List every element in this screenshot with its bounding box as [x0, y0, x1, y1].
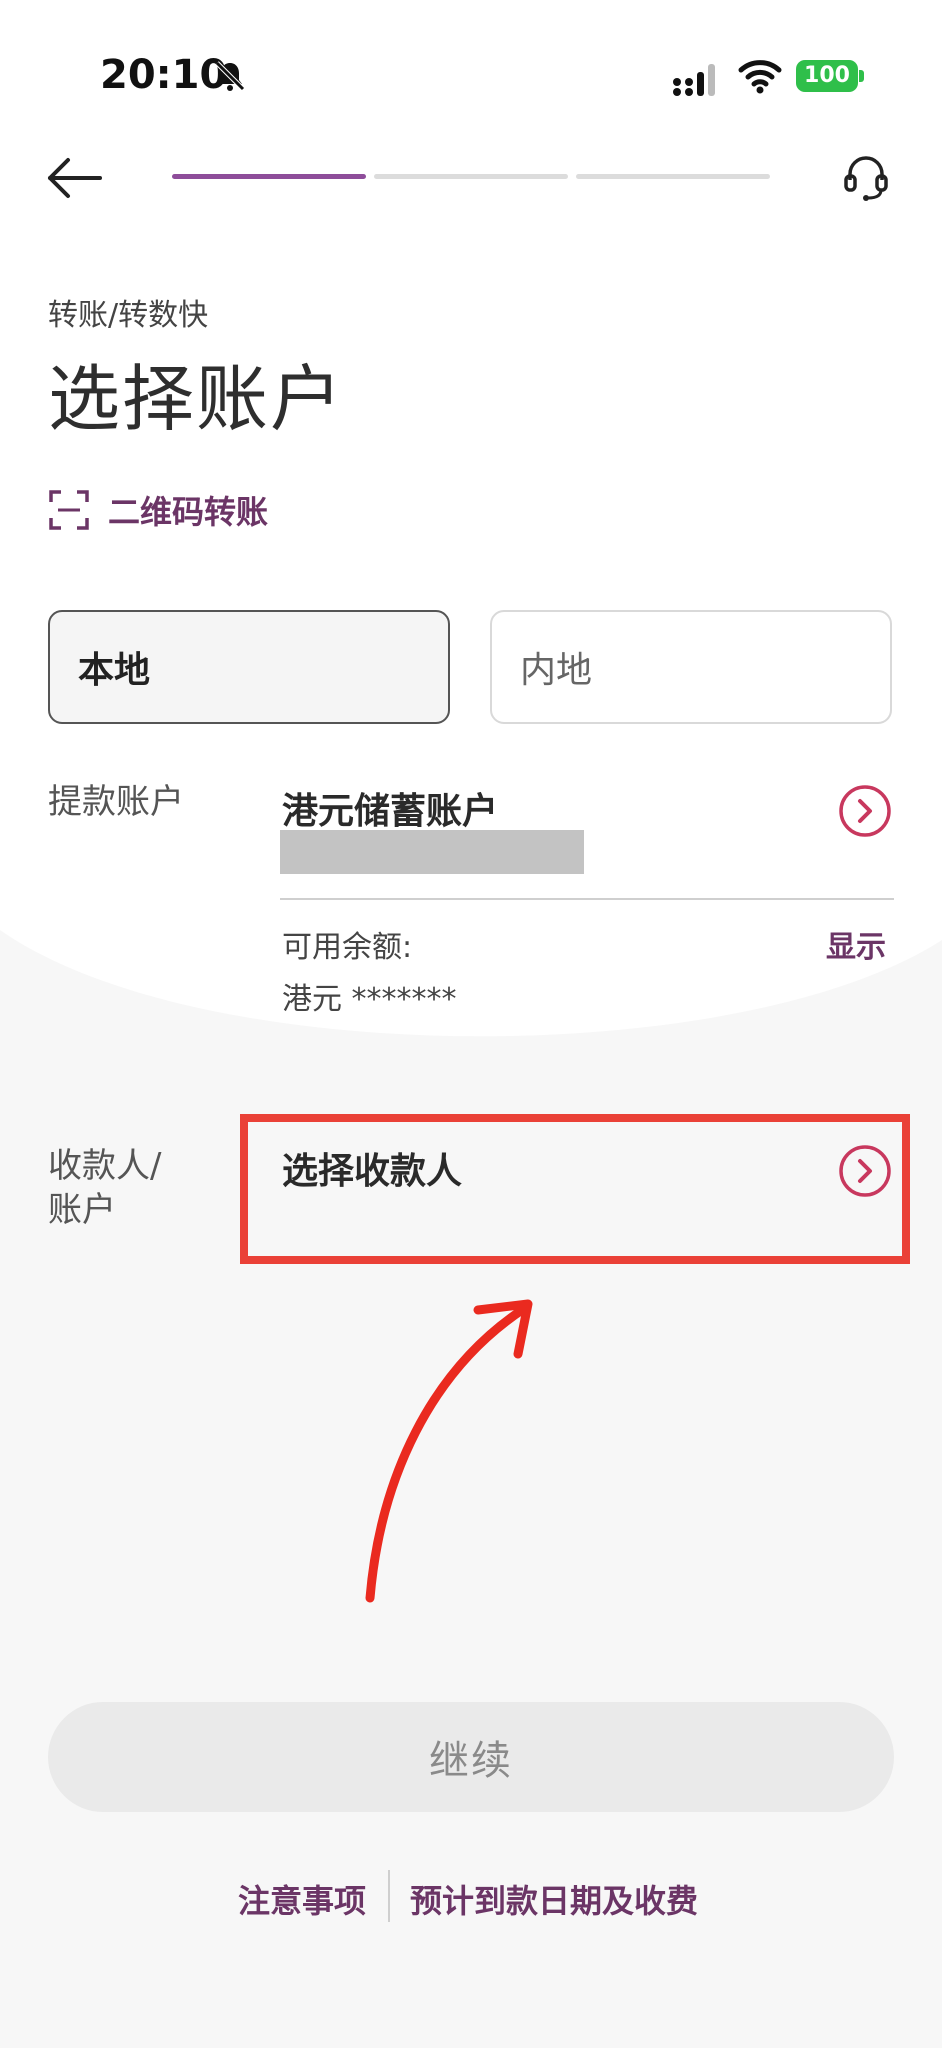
bell-muted-icon: [215, 61, 245, 91]
battery-tip: [859, 70, 864, 82]
chevron-right-icon[interactable]: [838, 784, 892, 838]
back-arrow-icon[interactable]: [46, 156, 104, 200]
progress-step-3: [576, 174, 770, 179]
select-payee-text[interactable]: 选择收款人: [282, 1142, 462, 1194]
debit-account-name[interactable]: 港元储蓄账户: [282, 782, 498, 834]
progress-step-1: [172, 174, 366, 179]
qr-transfer-label: 二维码转账: [108, 493, 269, 531]
debit-account-label: 提款账户: [48, 782, 184, 822]
balance-value: 港元 *******: [282, 982, 457, 1017]
payee-label-line1: 收款人/: [48, 1146, 162, 1186]
segment-mainland[interactable]: 内地: [490, 610, 892, 724]
status-time: 20:10: [100, 52, 228, 98]
qr-transfer-link[interactable]: 二维码转账: [48, 488, 268, 532]
chevron-right-icon[interactable]: [838, 1144, 892, 1198]
divider: [280, 898, 894, 900]
payee-label: 收款人/ 账户: [48, 1144, 161, 1232]
account-number-redacted: [280, 830, 584, 874]
continue-button[interactable]: 继续: [48, 1702, 894, 1812]
notes-link[interactable]: 注意事项: [238, 1876, 366, 1922]
footer-divider: [388, 1870, 390, 1922]
page-title: 选择账户: [48, 357, 345, 441]
segment-local[interactable]: 本地: [48, 610, 450, 724]
battery-indicator: 100: [796, 60, 858, 92]
cell-signal-icon: [673, 64, 715, 96]
headset-support-icon[interactable]: [840, 152, 892, 204]
qr-scan-icon: [49, 490, 89, 530]
annotation-arrow-icon: [365, 1299, 533, 1603]
show-balance-link[interactable]: 显示: [826, 922, 886, 966]
payee-label-line2: 账户: [48, 1190, 116, 1230]
balance-label: 可用余额:: [282, 930, 413, 965]
progress-step-2: [374, 174, 568, 179]
fees-link[interactable]: 预计到款日期及收费: [410, 1876, 698, 1922]
wifi-icon: [738, 60, 782, 94]
breadcrumb: 转账/转数快: [48, 298, 209, 333]
